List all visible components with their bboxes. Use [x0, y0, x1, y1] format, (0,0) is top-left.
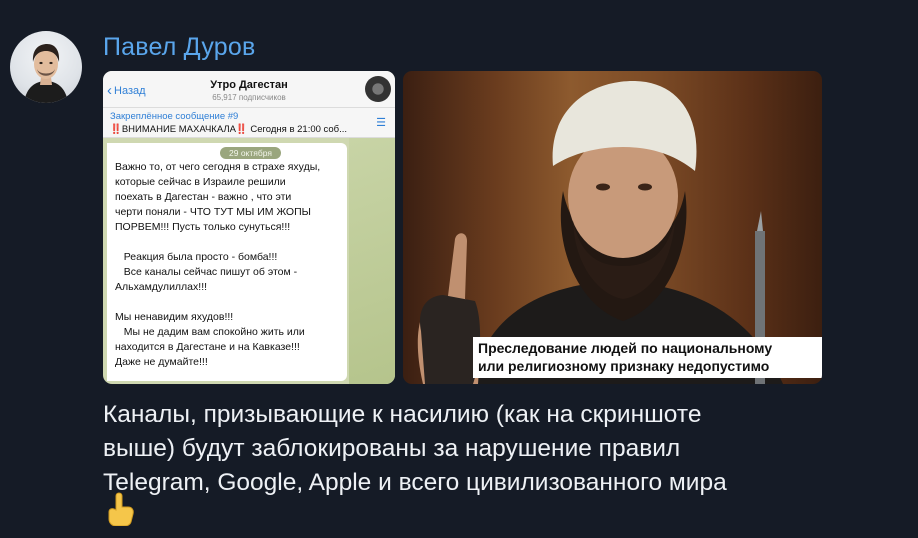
message-line: находится в Дагестане и на Кавказе!!!	[115, 341, 300, 353]
meme-caption: Преследование людей по национальному или…	[473, 337, 822, 378]
message-line: Важно то, от чего сегодня в страхе яхуды…	[115, 161, 321, 173]
pinned-list-icon: ☰	[376, 117, 386, 129]
message-line	[115, 295, 347, 310]
message-text-line: Каналы, призывающие к насилию (как на ск…	[103, 401, 702, 428]
message-text-line: выше) будут заблокированы за нарушение п…	[103, 435, 681, 462]
attached-meme-image[interactable]: Преследование людей по национальному или…	[403, 71, 822, 384]
channel-header: ‹ Назад Утро Дагестан 65,917 подписчиков	[103, 71, 395, 108]
message-line	[115, 235, 347, 250]
message-line: Альхамдулиллах!!!	[115, 281, 208, 293]
message-line: которые сейчас в Израиле решили	[115, 176, 286, 188]
message-line: Даже не думайте!!!	[115, 356, 208, 368]
attached-screenshot[interactable]: ‹ Назад Утро Дагестан 65,917 подписчиков …	[103, 71, 395, 384]
caption-line: или религиозному признаку недопустимо	[478, 358, 770, 374]
channel-title: Утро Дагестан	[210, 79, 288, 91]
avatar[interactable]	[10, 31, 82, 103]
avatar-portrait	[24, 44, 68, 103]
chat-wallpaper	[349, 137, 395, 384]
pinned-title: Закреплённое сообщение #9	[110, 111, 239, 122]
date-pill: 29 октября	[220, 147, 281, 159]
message-line: Мы ненавидим яхудов!!!	[115, 311, 234, 323]
message-line: Все каналы сейчас пишут об этом -	[115, 266, 298, 278]
message-text: Каналы, призывающие к насилию (как на ск…	[103, 398, 903, 500]
channel-message-bubble: Важно то, от чего сегодня в страхе яхуды…	[107, 143, 347, 381]
message-line: Реакция была просто - бомба!!!	[115, 251, 278, 263]
pinned-message-bar: Закреплённое сообщение #9 ‼️ВНИМАНИЕ МАХ…	[103, 108, 395, 138]
message-line: черти поняли - ЧТО ТУТ МЫ ИМ ЖОПЫ	[115, 206, 311, 218]
message-line: Мы не дадим вам спокойно жить или	[115, 326, 305, 338]
pinned-text: ‼️ВНИМАНИЕ МАХАЧКАЛА‼️ Сегодня в 21:00 с…	[110, 124, 348, 135]
channel-subscribers: 65,917 подписчиков	[212, 93, 286, 102]
message-line: ПОРВЕМ!!! Пусть только сунуться!!!	[115, 221, 291, 233]
channel-message-text: Важно то, от чего сегодня в страхе яхуды…	[115, 160, 347, 370]
sender-name[interactable]: Павел Дуров	[103, 33, 255, 62]
channel-avatar-icon	[365, 76, 391, 102]
pointing-up-emoji-icon	[106, 492, 136, 527]
message-text-line: Telegram, Google, Apple и всего цивилизо…	[103, 469, 727, 496]
caption-line: Преследование людей по национальному	[478, 340, 773, 356]
message-line: поехать в Дагестан - важно , что эти	[115, 191, 292, 203]
